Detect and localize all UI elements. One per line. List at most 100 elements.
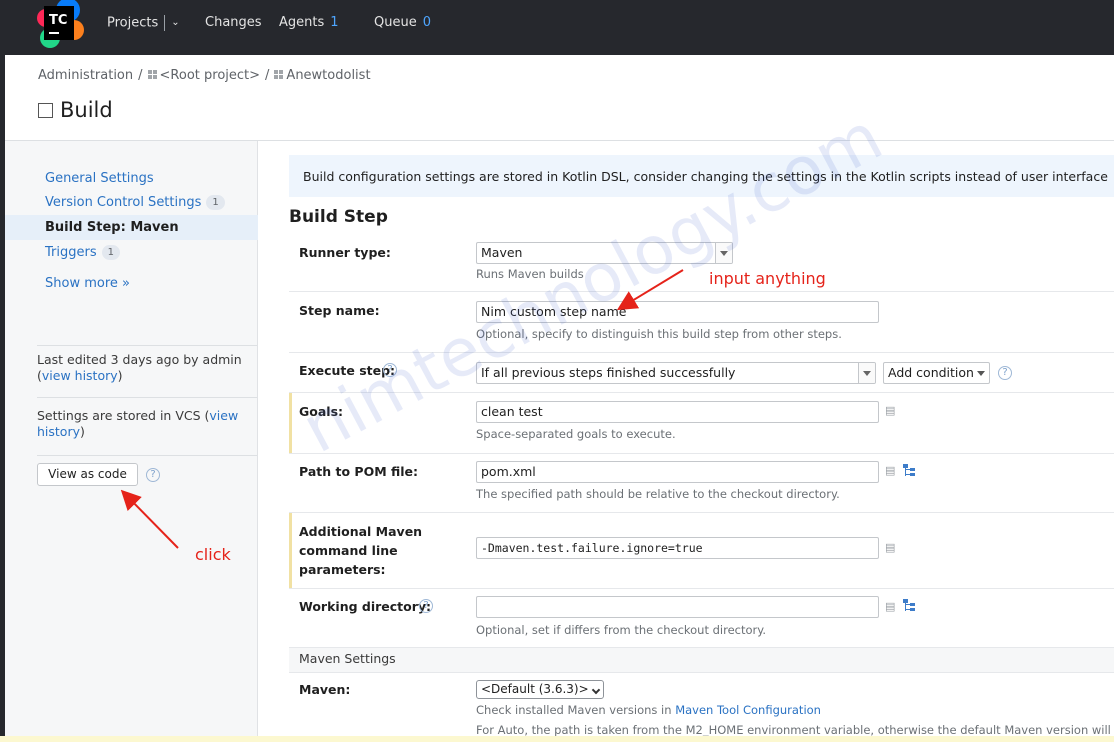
- add-condition-button[interactable]: Add condition: [883, 362, 990, 384]
- queue-count: 0: [422, 15, 431, 30]
- queue-link[interactable]: Queue 0: [374, 14, 431, 32]
- sidebar-item-version-control-settings[interactable]: Version Control Settings 1: [45, 195, 225, 210]
- help-icon[interactable]: ?: [998, 366, 1012, 380]
- maven-params-label-line1: Additional Maven: [299, 524, 423, 539]
- row-divider: [289, 647, 1114, 648]
- pom-path-input[interactable]: pom.xml: [476, 461, 879, 483]
- nav-separator: [164, 15, 166, 31]
- row-divider: [289, 512, 1114, 513]
- breadcrumb-project[interactable]: Anewtodolist: [286, 68, 370, 83]
- last-edited-text: Last edited 3 days ago by admin (view hi…: [37, 352, 247, 384]
- pom-path-note: The specified path should be relative to…: [476, 487, 840, 501]
- execute-step-select[interactable]: If all previous steps finished successfu…: [476, 362, 876, 384]
- maven-version-note: Check installed Maven versions in Maven …: [476, 703, 821, 717]
- modified-row-marker: [289, 393, 292, 453]
- sidebar-item-build-step-maven[interactable]: Build Step: Maven: [45, 220, 179, 235]
- sidebar-divider: [37, 455, 257, 456]
- execute-step-value: If all previous steps finished successfu…: [481, 365, 736, 380]
- maven-params-label: Additional Maven command line parameters…: [299, 522, 422, 579]
- sidebar: General Settings Version Control Setting…: [5, 141, 258, 742]
- maven-settings-header-bg: [289, 647, 1114, 672]
- help-icon[interactable]: ?: [146, 468, 160, 482]
- chevron-down-icon: [591, 685, 601, 695]
- goals-label: Goals:: [299, 404, 344, 419]
- text-editor-icon[interactable]: ▤: [885, 404, 895, 417]
- show-more-link[interactable]: Show more »: [45, 276, 130, 291]
- vcs-tree-icon[interactable]: [903, 464, 916, 477]
- maven-version-value: <Default (3.6.3)>: [481, 682, 589, 696]
- breadcrumb-root-project[interactable]: <Root project>: [160, 68, 261, 83]
- maven-note-prefix: Check installed Maven versions in: [476, 703, 676, 717]
- page-title-text: Build: [60, 98, 113, 122]
- sidebar-item-label: Version Control Settings: [45, 195, 202, 210]
- view-history-link[interactable]: view history: [42, 368, 118, 383]
- step-name-label: Step name:: [299, 303, 380, 318]
- maven-tool-configuration-link[interactable]: Maven Tool Configuration: [675, 703, 821, 717]
- annotation-input-anything: input anything: [709, 269, 826, 288]
- runner-type-value: Maven: [481, 245, 523, 260]
- add-condition-label: Add condition: [888, 365, 974, 380]
- execute-step-label: Execute step:: [299, 363, 396, 378]
- row-divider: [289, 291, 1114, 292]
- row-divider: [289, 453, 1114, 454]
- logo-text: TC: [49, 13, 67, 28]
- breadcrumb-administration[interactable]: Administration: [38, 68, 133, 83]
- build-config-icon: [38, 102, 53, 118]
- step-name-input[interactable]: Nim custom step name: [476, 301, 879, 323]
- top-navigation-bar: TC Projects ⌄ Changes Agents 1 Queue 0: [0, 0, 1114, 55]
- sidebar-divider: [37, 397, 257, 398]
- queue-label: Queue: [374, 15, 417, 30]
- breadcrumb-separator: /: [265, 68, 270, 83]
- row-divider: [289, 672, 1114, 673]
- chevron-down-icon: [715, 243, 732, 263]
- vcs-prefix: Settings are stored in VCS (: [37, 408, 210, 423]
- last-edited-suffix: ): [117, 368, 123, 383]
- row-divider: [289, 588, 1114, 589]
- runner-type-label: Runner type:: [299, 245, 391, 260]
- text-editor-icon[interactable]: ▤: [885, 600, 895, 613]
- projects-menu[interactable]: Projects ⌄: [107, 14, 180, 33]
- sidebar-item-label: Triggers: [45, 245, 97, 260]
- goals-note: Space-separated goals to execute.: [476, 427, 676, 441]
- row-divider: [289, 392, 1114, 393]
- help-icon[interactable]: ?: [383, 363, 397, 377]
- annotation-click: click: [195, 545, 231, 564]
- breadcrumb-separator: /: [138, 68, 143, 83]
- section-title: Build Step: [289, 207, 388, 227]
- count-badge: 1: [206, 195, 225, 210]
- sidebar-item-general-settings[interactable]: General Settings: [45, 171, 154, 186]
- maven-params-label-line2: command line: [299, 543, 398, 558]
- row-divider: [289, 352, 1114, 353]
- kotlin-dsl-info-banner: Build configuration settings are stored …: [289, 155, 1114, 197]
- working-directory-note: Optional, set if differs from the checko…: [476, 623, 767, 637]
- working-directory-label: Working directory:: [299, 599, 432, 614]
- runner-type-select[interactable]: Maven: [476, 242, 733, 264]
- text-editor-icon[interactable]: ▤: [885, 541, 895, 554]
- chevron-down-icon[interactable]: ⌄: [171, 14, 179, 32]
- projects-label: Projects: [107, 15, 159, 31]
- pom-path-label: Path to POM file:: [299, 464, 419, 479]
- maven-settings-header: Maven Settings: [299, 651, 396, 666]
- step-name-note: Optional, specify to distinguish this bu…: [476, 327, 842, 341]
- teamcity-logo[interactable]: TC: [36, 0, 86, 48]
- working-directory-input[interactable]: [476, 596, 879, 618]
- help-icon[interactable]: ?: [419, 599, 433, 613]
- project-grid-icon: [274, 70, 284, 79]
- maven-params-textarea[interactable]: -Dmaven.test.failure.ignore=true: [476, 537, 879, 559]
- page-title: Build: [38, 98, 113, 122]
- goals-input[interactable]: clean test: [476, 401, 879, 423]
- maven-auto-note: For Auto, the path is taken from the M2_…: [476, 723, 1114, 737]
- maven-version-select[interactable]: <Default (3.6.3)>: [476, 680, 604, 699]
- maven-label: Maven:: [299, 682, 351, 697]
- agents-link[interactable]: Agents 1: [279, 14, 339, 32]
- project-grid-icon: [147, 70, 157, 79]
- text-editor-icon[interactable]: ▤: [885, 464, 895, 477]
- breadcrumb: Administration / <Root project> / Anewtodoli…: [38, 68, 371, 83]
- agents-count: 1: [330, 15, 339, 30]
- view-as-code-button[interactable]: View as code: [37, 463, 138, 486]
- count-badge: 1: [101, 245, 120, 260]
- bottom-notice-strip: [0, 736, 1114, 742]
- vcs-tree-icon[interactable]: [903, 599, 916, 612]
- sidebar-item-triggers[interactable]: Triggers 1: [45, 245, 120, 260]
- changes-link[interactable]: Changes: [205, 14, 262, 32]
